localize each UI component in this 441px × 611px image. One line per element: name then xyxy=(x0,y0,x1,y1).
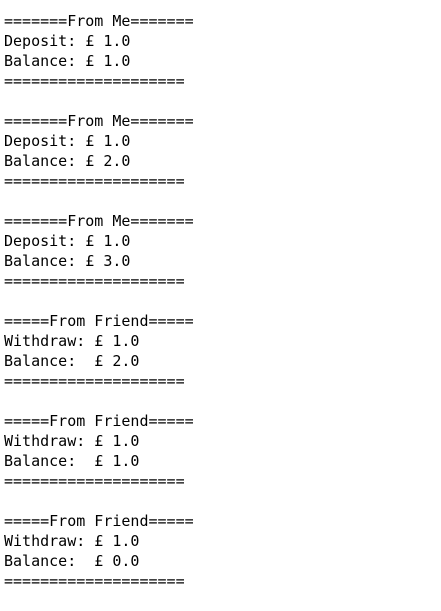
console-line: Balance: £ 1.0 xyxy=(4,452,140,470)
console-line: =====From Friend===== xyxy=(4,512,194,530)
console-line: Deposit: £ 1.0 xyxy=(4,32,131,50)
console-line: =====From Friend===== xyxy=(4,412,194,430)
console-line: Balance: £ 1.0 xyxy=(4,52,131,70)
console-line: =======From Me======= xyxy=(4,112,194,130)
console-line: Deposit: £ 1.0 xyxy=(4,232,131,250)
console-line: ==================== xyxy=(4,272,185,290)
console-line: ==================== xyxy=(4,372,185,390)
console-line: Withdraw: £ 1.0 xyxy=(4,432,140,450)
console-line: =======From Me======= xyxy=(4,212,194,230)
console-line: ==================== xyxy=(4,472,185,490)
console-line: Balance: £ 2.0 xyxy=(4,352,140,370)
console-line: Balance: £ 0.0 xyxy=(4,552,140,570)
console-line: ==================== xyxy=(4,72,185,90)
console-line: Withdraw: £ 1.0 xyxy=(4,532,140,550)
console-line: =====From Friend===== xyxy=(4,312,194,330)
console-line: Balance: £ 3.0 xyxy=(4,252,131,270)
console-line: ==================== xyxy=(4,172,185,190)
console-line: Withdraw: £ 1.0 xyxy=(4,332,140,350)
console-line: Balance: £ 2.0 xyxy=(4,152,131,170)
console-output: =======From Me======= Deposit: £ 1.0 Bal… xyxy=(4,11,434,591)
console-line: =======From Me======= xyxy=(4,12,194,30)
console-line: ==================== xyxy=(4,572,185,590)
console-line: Deposit: £ 1.0 xyxy=(4,132,131,150)
